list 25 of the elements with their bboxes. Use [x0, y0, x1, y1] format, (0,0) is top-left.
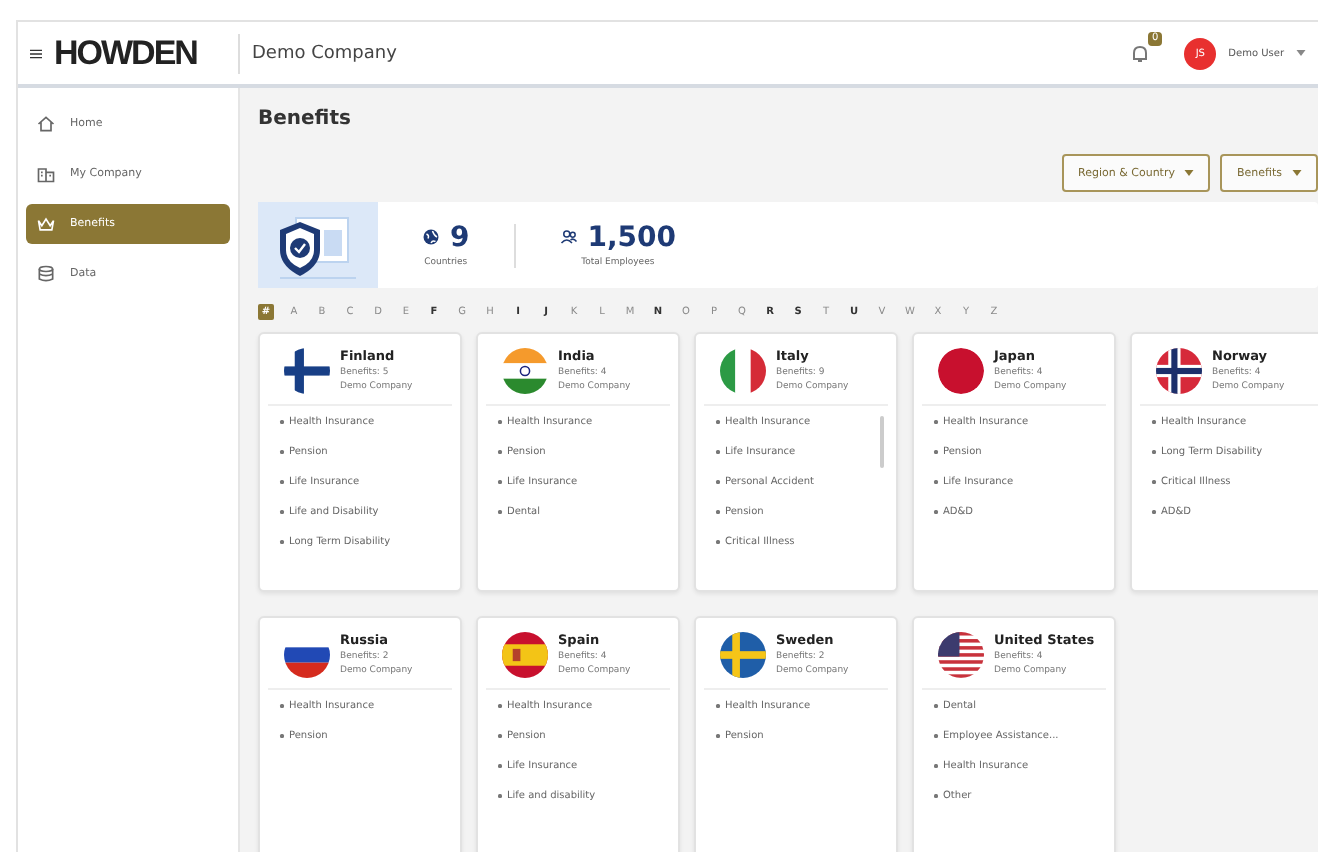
caret-icon	[1292, 170, 1302, 176]
flag-icon	[502, 348, 548, 394]
building-icon	[36, 164, 56, 184]
stat-value: 1,500	[587, 223, 677, 251]
menu-icon[interactable]	[30, 47, 42, 59]
stat-value: 9	[450, 223, 470, 251]
flag-icon	[720, 632, 766, 678]
company-name: Demo Company	[252, 43, 397, 63]
database-icon	[36, 264, 56, 284]
people-icon	[559, 228, 578, 246]
scrollbar[interactable]	[880, 416, 884, 468]
caret-icon	[1184, 170, 1195, 176]
flag-icon	[502, 632, 548, 678]
flag-icon	[720, 348, 766, 394]
flag-icon	[284, 348, 330, 394]
flag-icon	[1156, 348, 1202, 394]
notification-icon[interactable]	[1128, 41, 1153, 65]
logo: HOWDEN	[54, 33, 240, 73]
caret-icon[interactable]	[1296, 50, 1306, 56]
flag-icon	[938, 348, 984, 394]
home-icon	[36, 114, 56, 134]
globe-icon	[422, 228, 440, 246]
flag-icon	[938, 632, 984, 678]
crown-icon	[36, 214, 56, 234]
page-title: Benefits	[258, 108, 353, 130]
